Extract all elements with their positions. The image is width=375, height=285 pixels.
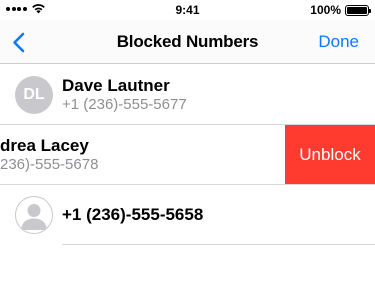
battery-percent: 100% [310,3,341,17]
status-bar: 9:41 100% [0,0,375,20]
list-item[interactable]: DL Dave Lautner +1 (236)-555-5677 [0,65,375,125]
list-item[interactable]: +1 (236)-555-5658 [0,185,375,245]
row-divider [62,244,375,245]
contact-name: +1 (236)-555-5658 [62,205,204,224]
battery-icon [345,4,371,16]
unblock-button[interactable]: Unblock [285,125,375,185]
done-button[interactable]: Done [318,32,359,52]
person-silhouette-icon [15,196,53,234]
contact-name: Dave Lautner [62,76,170,95]
row-content: DL Dave Lautner +1 (236)-555-5677 [0,65,375,125]
navigation-bar: Blocked Numbers Done [0,20,375,64]
blocked-numbers-list: DL Dave Lautner +1 (236)-555-5677 drea L… [0,65,375,245]
avatar: DL [15,76,53,114]
list-item-swiped[interactable]: drea Lacey 236)-555-5678 Unblock [0,125,375,185]
row-content: +1 (236)-555-5658 [0,185,375,245]
contact-phone: 236)-555-5678 [0,156,99,173]
contact-phone: +1 (236)-555-5677 [62,96,187,113]
battery-fill [347,6,367,14]
contact-name: drea Lacey [0,136,89,155]
status-right: 100% [310,3,371,17]
